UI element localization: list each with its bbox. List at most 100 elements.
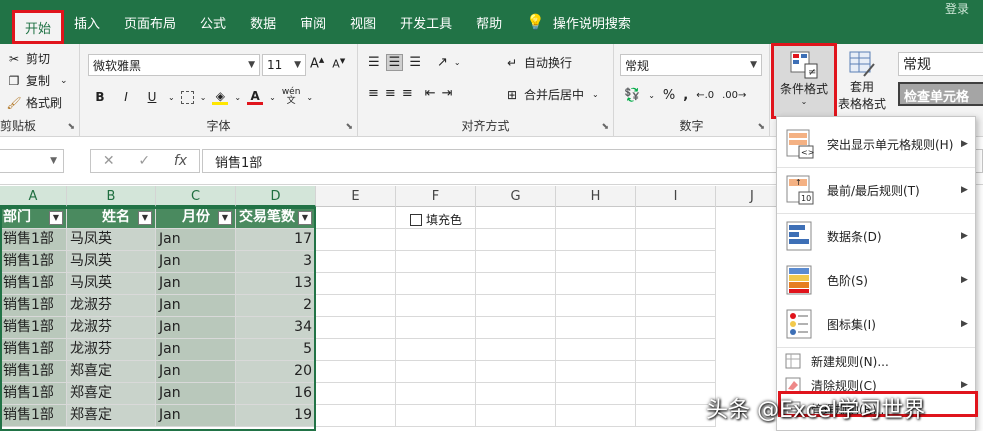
wrap-text-button[interactable]: ↵ 自动换行 (504, 54, 572, 71)
column-header-g[interactable]: G (476, 186, 556, 207)
table-cell[interactable]: 2 (236, 295, 316, 317)
borders-icon[interactable] (180, 90, 194, 104)
style-normal[interactable]: 常规 (898, 52, 983, 76)
empty-cell[interactable] (396, 383, 476, 405)
table-cell[interactable]: 马凤英 (67, 251, 156, 273)
user-sign-in[interactable]: 登录 (945, 0, 969, 17)
checkbox-box[interactable] (410, 213, 422, 226)
empty-cell[interactable] (476, 207, 556, 229)
table-cell[interactable]: 19 (236, 405, 316, 427)
header-cell[interactable]: 姓名 ▼ (67, 207, 156, 229)
empty-cell[interactable] (556, 229, 636, 251)
table-cell[interactable]: 销售1部 (0, 383, 67, 405)
empty-cell[interactable] (316, 339, 396, 361)
empty-cell[interactable] (556, 207, 636, 229)
menu-item-top-bottom[interactable]: ↑ 10 最前/最后规则(T) ▶ (777, 169, 975, 211)
column-header-a[interactable]: A (0, 186, 67, 207)
table-cell[interactable]: 销售1部 (0, 229, 67, 251)
table-cell[interactable]: 马凤英 (67, 273, 156, 295)
cut-button[interactable]: ✂ 剪切 (6, 50, 50, 67)
insert-function-icon[interactable]: fx (174, 153, 187, 169)
table-cell[interactable]: 5 (236, 339, 316, 361)
empty-cell[interactable] (556, 383, 636, 405)
format-as-table-button[interactable]: 套用 表格格式 (838, 50, 886, 112)
table-cell[interactable]: 销售1部 (0, 361, 67, 383)
tab-help[interactable]: 帮助 (464, 0, 514, 44)
empty-cell[interactable] (636, 361, 716, 383)
menu-item-data-bars[interactable]: 数据条(D) ▶ (777, 215, 975, 257)
menu-item-new-rule[interactable]: 新建规则(N)... (777, 349, 975, 373)
empty-cell[interactable] (396, 229, 476, 251)
table-cell[interactable]: 马凤英 (67, 229, 156, 251)
empty-cell[interactable] (316, 251, 396, 273)
table-cell[interactable]: 郑喜定 (67, 405, 156, 427)
tab-data[interactable]: 数据 (238, 0, 288, 44)
merge-center-button[interactable]: ⊞ 合并后居中 ⌄ (504, 86, 599, 103)
empty-cell[interactable] (476, 361, 556, 383)
menu-item-color-scales[interactable]: 色阶(S) ▶ (777, 259, 975, 301)
align-left-icon[interactable]: ≡ (368, 86, 379, 101)
empty-cell[interactable] (556, 273, 636, 295)
empty-cell[interactable] (556, 317, 636, 339)
empty-cell[interactable] (636, 251, 716, 273)
tell-me-search[interactable]: 💡 操作说明搜索 (514, 0, 643, 44)
table-cell[interactable]: 16 (236, 383, 316, 405)
table-cell[interactable]: 销售1部 (0, 295, 67, 317)
empty-cell[interactable] (396, 251, 476, 273)
empty-cell[interactable] (636, 207, 716, 229)
table-cell[interactable]: Jan (156, 383, 236, 405)
table-cell[interactable]: Jan (156, 295, 236, 317)
empty-cell[interactable] (476, 339, 556, 361)
empty-cell[interactable] (316, 295, 396, 317)
decrease-decimal-icon[interactable]: .00→ (722, 90, 746, 101)
empty-cell[interactable] (476, 251, 556, 273)
empty-cell[interactable] (396, 317, 476, 339)
empty-cell[interactable] (636, 405, 716, 427)
align-center-icon[interactable]: ≡ (385, 86, 396, 101)
table-cell[interactable]: 3 (236, 251, 316, 273)
empty-cell[interactable] (556, 295, 636, 317)
filter-dropdown-icon[interactable]: ▼ (49, 210, 63, 225)
increase-decimal-icon[interactable]: ←.0 (696, 90, 714, 101)
chevron-down-icon[interactable]: ⌄ (648, 91, 655, 100)
empty-cell[interactable] (636, 295, 716, 317)
table-cell[interactable]: 13 (236, 273, 316, 295)
table-cell[interactable]: 销售1部 (0, 251, 67, 273)
format-painter-button[interactable]: 🖌 格式刷 (6, 94, 62, 111)
header-cell[interactable]: 部门 ▼ (0, 207, 67, 229)
table-cell[interactable]: 20 (236, 361, 316, 383)
empty-cell[interactable] (556, 405, 636, 427)
empty-cell[interactable] (556, 251, 636, 273)
align-bottom-icon[interactable]: ☰ (409, 55, 421, 70)
number-format-select[interactable]: 常规 ▼ (620, 54, 762, 76)
empty-cell[interactable] (316, 383, 396, 405)
empty-cell[interactable] (316, 229, 396, 251)
shrink-font-icon[interactable]: A▼ (332, 57, 345, 71)
chevron-down-icon[interactable]: ⌄ (234, 93, 241, 102)
empty-cell[interactable] (476, 383, 556, 405)
table-cell[interactable]: Jan (156, 229, 236, 251)
empty-cell[interactable] (396, 361, 476, 383)
phonetic-guide-icon[interactable]: wén 文 (282, 88, 301, 106)
table-cell[interactable]: Jan (156, 405, 236, 427)
empty-cell[interactable] (476, 405, 556, 427)
percent-icon[interactable]: % (663, 88, 675, 103)
table-cell[interactable]: Jan (156, 273, 236, 295)
empty-cell[interactable] (476, 273, 556, 295)
dialog-launcher-icon[interactable]: ⬊ (601, 122, 609, 132)
empty-cell[interactable] (636, 317, 716, 339)
bold-button[interactable]: B (90, 90, 110, 104)
empty-cell[interactable] (316, 361, 396, 383)
table-cell[interactable]: 34 (236, 317, 316, 339)
table-cell[interactable]: 销售1部 (0, 317, 67, 339)
empty-cell[interactable] (636, 383, 716, 405)
menu-item-icon-sets[interactable]: 图标集(I) ▶ (777, 303, 975, 345)
font-color-icon[interactable]: A (247, 89, 264, 105)
comma-style-icon[interactable]: , (683, 88, 688, 103)
font-size-select[interactable]: 11 ▼ (262, 54, 306, 76)
header-cell[interactable]: 交易笔数 ▼ (236, 207, 316, 229)
empty-cell[interactable] (476, 295, 556, 317)
column-header-b[interactable]: B (67, 186, 156, 207)
orientation-icon[interactable]: ↗ (437, 55, 448, 70)
table-cell[interactable]: 郑喜定 (67, 383, 156, 405)
